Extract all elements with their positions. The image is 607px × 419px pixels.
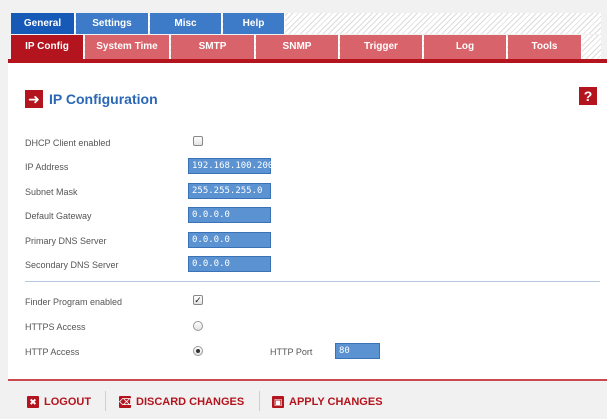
save-icon: ▣ bbox=[272, 396, 284, 408]
tab-misc[interactable]: Misc bbox=[150, 13, 222, 34]
trash-icon: ⌫ bbox=[119, 396, 132, 408]
sub-tab-bar: IP Config System Time SMTP SNMP Trigger … bbox=[11, 35, 601, 59]
http-port-field[interactable]: 80 bbox=[335, 343, 380, 359]
subtab-trigger[interactable]: Trigger bbox=[340, 35, 423, 59]
https-label: HTTPS Access bbox=[25, 322, 86, 332]
logout-button[interactable]: ✖ LOGOUT bbox=[27, 395, 91, 409]
dhcp-checkbox[interactable] bbox=[193, 136, 203, 146]
help-icon[interactable]: ? bbox=[579, 87, 597, 105]
subtab-snmp[interactable]: SNMP bbox=[256, 35, 339, 59]
arrow-right-icon: ➜ bbox=[25, 90, 43, 108]
separator bbox=[259, 391, 260, 411]
dhcp-label: DHCP Client enabled bbox=[25, 138, 111, 148]
tab-general[interactable]: General bbox=[11, 13, 75, 34]
ip-address-field[interactable]: 192.168.100.200 bbox=[188, 158, 273, 174]
primary-dns-field[interactable]: 0.0.0.0 bbox=[188, 232, 271, 248]
default-gateway-field[interactable]: 0.0.0.0 bbox=[188, 207, 271, 223]
subtab-tools[interactable]: Tools bbox=[508, 35, 582, 59]
discard-changes-button[interactable]: ⌫ DISCARD CHANGES bbox=[119, 395, 244, 409]
page-title: IP Configuration bbox=[49, 91, 158, 107]
main-tab-bar: General Settings Misc Help bbox=[11, 13, 601, 34]
apply-changes-button[interactable]: ▣ APPLY CHANGES bbox=[272, 395, 383, 409]
top-strip bbox=[0, 0, 607, 12]
ip-config-panel: ➜ IP Configuration ? DHCP Client enabled… bbox=[8, 59, 607, 381]
https-radio[interactable] bbox=[193, 321, 203, 331]
primary-dns-label: Primary DNS Server bbox=[25, 236, 107, 246]
subtab-ip-config[interactable]: IP Config bbox=[11, 35, 84, 59]
subtab-smtp[interactable]: SMTP bbox=[171, 35, 255, 59]
default-gateway-label: Default Gateway bbox=[25, 211, 92, 221]
separator bbox=[105, 391, 106, 411]
discard-label: DISCARD CHANGES bbox=[136, 396, 245, 408]
ip-address-label: IP Address bbox=[25, 162, 69, 172]
http-label: HTTP Access bbox=[25, 347, 80, 357]
close-icon: ✖ bbox=[27, 396, 39, 408]
panel-title-row: ➜ IP Configuration bbox=[25, 89, 158, 109]
subnet-mask-label: Subnet Mask bbox=[25, 187, 78, 197]
secondary-dns-field[interactable]: 0.0.0.0 bbox=[188, 256, 271, 272]
http-port-label: HTTP Port bbox=[270, 347, 313, 357]
divider bbox=[25, 281, 600, 282]
subnet-mask-field[interactable]: 255.255.255.0 bbox=[188, 183, 271, 199]
tab-help[interactable]: Help bbox=[223, 13, 285, 34]
finder-checkbox[interactable]: ✓ bbox=[193, 295, 203, 305]
tab-settings[interactable]: Settings bbox=[76, 13, 149, 34]
secondary-dns-label: Secondary DNS Server bbox=[25, 260, 119, 270]
finder-label: Finder Program enabled bbox=[25, 297, 123, 307]
action-bar: ✖ LOGOUT ⌫ DISCARD CHANGES ▣ APPLY CHANG… bbox=[0, 382, 607, 419]
logout-label: LOGOUT bbox=[44, 396, 92, 408]
apply-label: APPLY CHANGES bbox=[289, 396, 383, 408]
http-radio[interactable] bbox=[193, 346, 203, 356]
subtab-log[interactable]: Log bbox=[424, 35, 507, 59]
subtab-system-time[interactable]: System Time bbox=[85, 35, 170, 59]
